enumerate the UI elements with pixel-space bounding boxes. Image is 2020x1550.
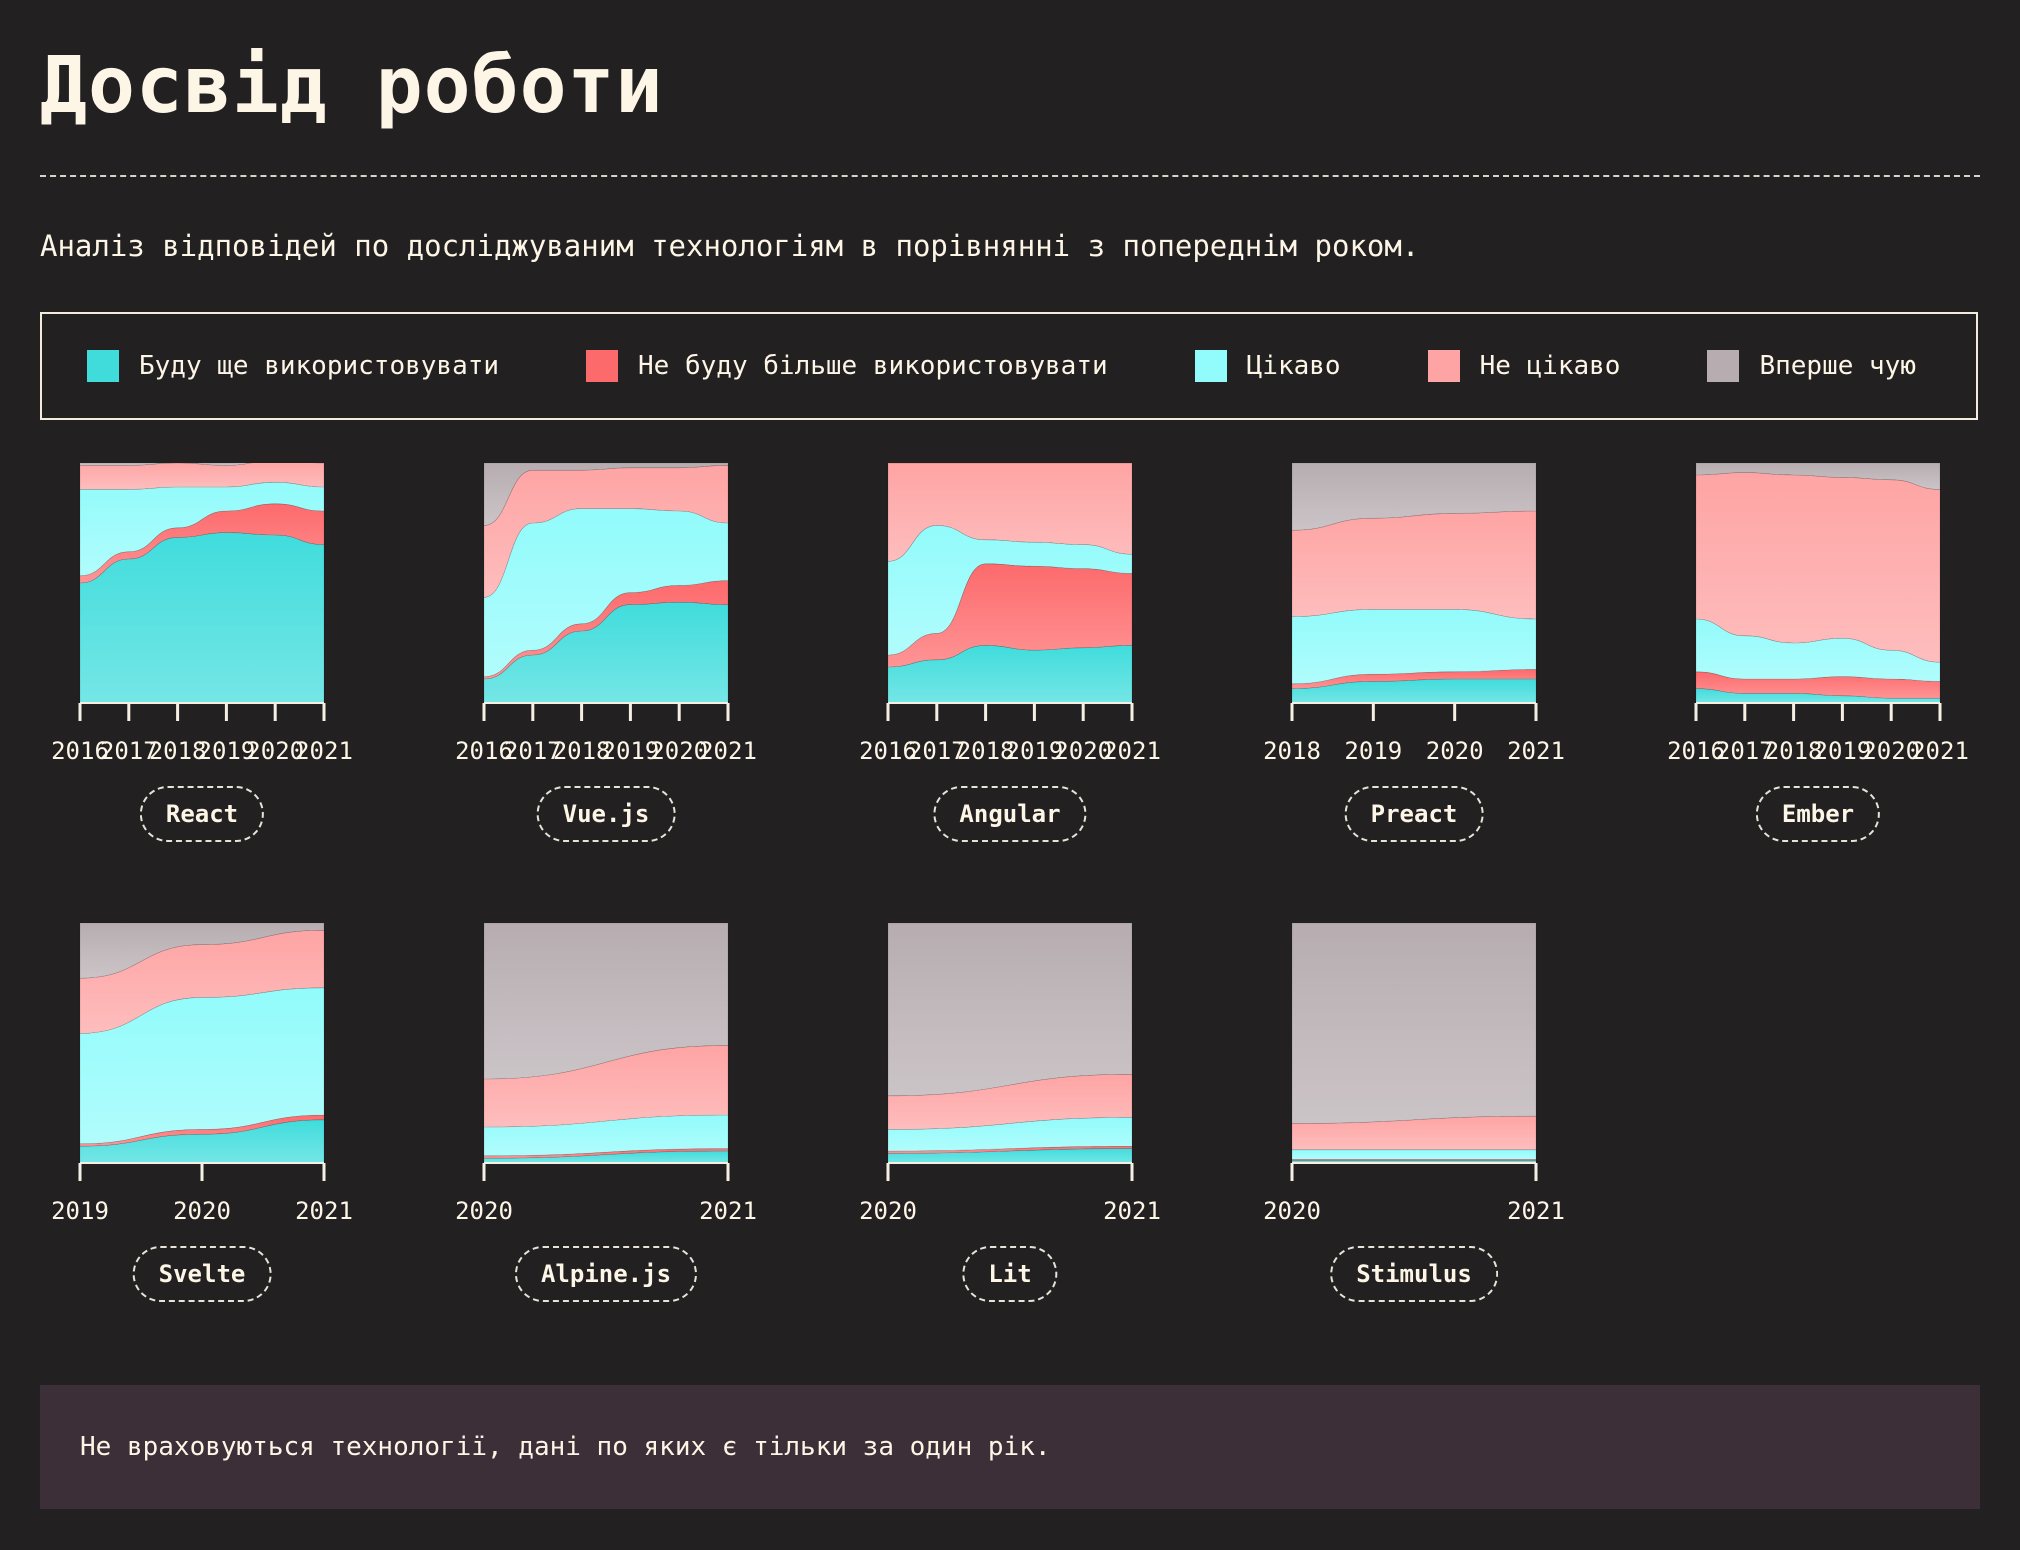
chart-name-label[interactable]: Vue.js [536, 786, 676, 842]
area-chart-svg: 2020 2021 [859, 923, 1161, 1225]
chart-alpine-js: 2020 2021 Alpine.js [404, 923, 808, 1323]
x-tick-label: 2021 [295, 1197, 353, 1225]
chart-name-label[interactable]: Angular [933, 786, 1087, 842]
area-chart-svg: 201620172018201920202021 [1667, 463, 1969, 765]
x-tick-label: 2021 [1103, 737, 1161, 765]
x-tick-label: 2021 [699, 1197, 757, 1225]
charts-grid: 2016 2017 2018 2019 2020 2021 React 2016 2017 201… [0, 0, 2020, 1550]
chart-lit: 2020 2021 Lit [808, 923, 1212, 1323]
x-tick-label: 2020 [1263, 1197, 1321, 1225]
x-tick-label: 2021 [1911, 737, 1969, 765]
area-chart-svg: 2020 2021 [455, 923, 757, 1225]
area-interested [1291, 1149, 1537, 1160]
area-chart-svg: 201620172018201920202021 [455, 463, 757, 765]
chart-name-label[interactable]: Lit [962, 1246, 1058, 1302]
x-tick-label: 2020 [455, 1197, 513, 1225]
x-tick-label: 2021 [1103, 1197, 1161, 1225]
chart-name-label[interactable]: Preact [1344, 786, 1484, 842]
chart-stimulus: 2020 2021 Stimulus [1212, 923, 1616, 1323]
chart-preact: 2018 2019 2020 2021 Preact [1212, 463, 1616, 863]
x-tick-label: 2018 [1263, 737, 1321, 765]
x-tick-label: 2021 [1507, 1197, 1565, 1225]
note-text: Не враховуються технології, дані по яких… [80, 1432, 1051, 1462]
chart-react: 2016 2017 2018 2019 2020 2021 React [0, 463, 404, 863]
chart-ember: 2016 2017 2018 2019 2020 2021 Ember [1616, 463, 2020, 863]
chart-angular: 2016 2017 2018 2019 2020 2021 Angular [808, 463, 1212, 863]
area-chart-svg: 2019 2020 2021 [51, 923, 353, 1225]
area-never-heard [887, 923, 1133, 1097]
x-tick-label: 2020 [1426, 737, 1484, 765]
area-chart-svg: 2020 2021 [1263, 923, 1565, 1225]
chart-name-label[interactable]: Svelte [132, 1246, 272, 1302]
area-not-interested [1291, 510, 1537, 620]
chart-vue-js: 2016 2017 2018 2019 2020 2021 Vue.js [404, 463, 808, 863]
area-chart-svg: 201620172018201920202021 [51, 463, 353, 765]
x-tick-label: 2021 [1507, 737, 1565, 765]
area-not-interested [1695, 472, 1941, 663]
x-tick-label: 2019 [51, 1197, 109, 1225]
x-tick-label: 2020 [173, 1197, 231, 1225]
chart-name-label[interactable]: Ember [1755, 786, 1881, 842]
x-tick-label: 2020 [859, 1197, 917, 1225]
chart-name-label[interactable]: React [139, 786, 265, 842]
x-tick-label: 2021 [699, 737, 757, 765]
x-tick-label: 2021 [295, 737, 353, 765]
area-chart-svg: 201620172018201920202021 [859, 463, 1161, 765]
x-tick-label: 2019 [1344, 737, 1402, 765]
note-box: Не враховуються технології, дані по яких… [40, 1385, 1980, 1509]
area-never-heard [1291, 923, 1537, 1124]
chart-svelte: 2019 2020 2021 Svelte [0, 923, 404, 1323]
chart-name-label[interactable]: Alpine.js [514, 1246, 698, 1302]
chart-name-label[interactable]: Stimulus [1330, 1246, 1498, 1302]
area-chart-svg: 2018 2019 2020 2021 [1263, 463, 1565, 765]
